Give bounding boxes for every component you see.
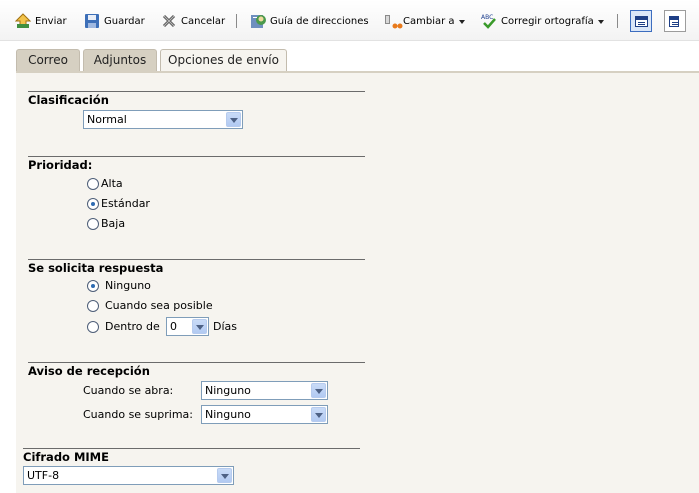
tab-mail[interactable]: Correo [16,49,80,71]
priority-high-label: Alta [101,177,123,190]
address-book-icon [250,13,266,29]
address-book-button[interactable]: Guía de direcciones [250,12,369,30]
receipt-opened-value: Ninguno [205,384,251,397]
classification-select[interactable]: Normal [83,110,243,129]
classification-title: Clasificación [28,93,109,107]
priority-standard-label: Estándar [101,197,150,210]
cancel-button[interactable]: Cancelar [161,12,225,30]
reply-days-select[interactable]: 0 [166,317,209,336]
view-compact-icon [669,16,679,27]
reply-when-possible-label: Cuando sea posible [105,299,213,312]
chevron-down-icon [226,112,241,127]
cancel-label: Cancelar [181,15,226,27]
classification-value: Normal [87,113,127,126]
view-full-button[interactable] [630,10,652,32]
save-label: Guardar [104,15,145,27]
reply-none-radio[interactable] [87,280,99,292]
toolbar: Enviar Guardar Cancelar Guía de direccio… [0,0,699,41]
spellcheck-button[interactable]: ABC Corregir ortografía [481,12,604,30]
view-compact-button[interactable] [664,10,686,32]
section-divider [28,156,365,157]
section-divider [28,91,365,92]
receipt-deleted-value: Ninguno [205,408,251,421]
view-full-icon [635,16,648,27]
mime-title: Cifrado MIME [23,450,109,464]
mime-select[interactable]: UTF-8 [23,466,234,485]
send-label: Enviar [35,15,67,27]
tab-send-options[interactable]: Opciones de envío [160,49,287,72]
receipt-deleted-label: Cuando se suprima: [83,408,193,421]
change-to-icon [383,13,403,29]
chevron-down-icon [192,319,207,334]
chevron-down-icon [597,19,604,24]
save-button[interactable]: Guardar [84,12,145,30]
priority-high-radio[interactable] [87,178,99,190]
chevron-down-icon [217,468,232,483]
spellcheck-label: Corregir ortografía [501,15,594,27]
reply-when-possible-radio[interactable] [87,300,99,312]
mime-value: UTF-8 [27,469,60,482]
reply-days-value: 0 [170,320,177,333]
svg-text:ABC: ABC [481,14,493,21]
toolbar-separator [617,14,618,28]
change-to-label: Cambiar a [403,15,455,27]
chevron-down-icon [458,19,465,24]
send-icon [14,13,32,29]
tab-attachments[interactable]: Adjuntos [83,49,157,71]
save-icon [84,13,100,29]
receipt-deleted-select[interactable]: Ninguno [201,405,328,424]
cancel-icon [161,13,177,29]
reply-none-label: Ninguno [105,279,151,292]
priority-standard-radio[interactable] [87,198,99,210]
receipt-opened-label: Cuando se abra: [83,384,174,397]
receipt-opened-select[interactable]: Ninguno [201,381,328,400]
reply-title: Se solicita respuesta [28,261,164,275]
reply-within-label: Dentro de [105,320,160,333]
priority-low-radio[interactable] [87,218,99,230]
send-button[interactable]: Enviar [14,12,67,30]
chevron-down-icon [311,383,326,398]
change-to-button[interactable]: Cambiar a [383,12,465,30]
section-divider [28,362,365,363]
spellcheck-icon: ABC [481,13,497,29]
priority-low-label: Baja [101,217,126,230]
address-book-label: Guía de direcciones [270,15,369,27]
reply-within-radio[interactable] [87,321,99,333]
section-divider [28,259,365,260]
receipt-title: Aviso de recepción [28,364,150,378]
section-divider [23,448,360,449]
chevron-down-icon [311,407,326,422]
reply-days-label: Días [213,320,237,333]
toolbar-separator [236,14,237,28]
priority-title: Prioridad: [28,158,93,172]
